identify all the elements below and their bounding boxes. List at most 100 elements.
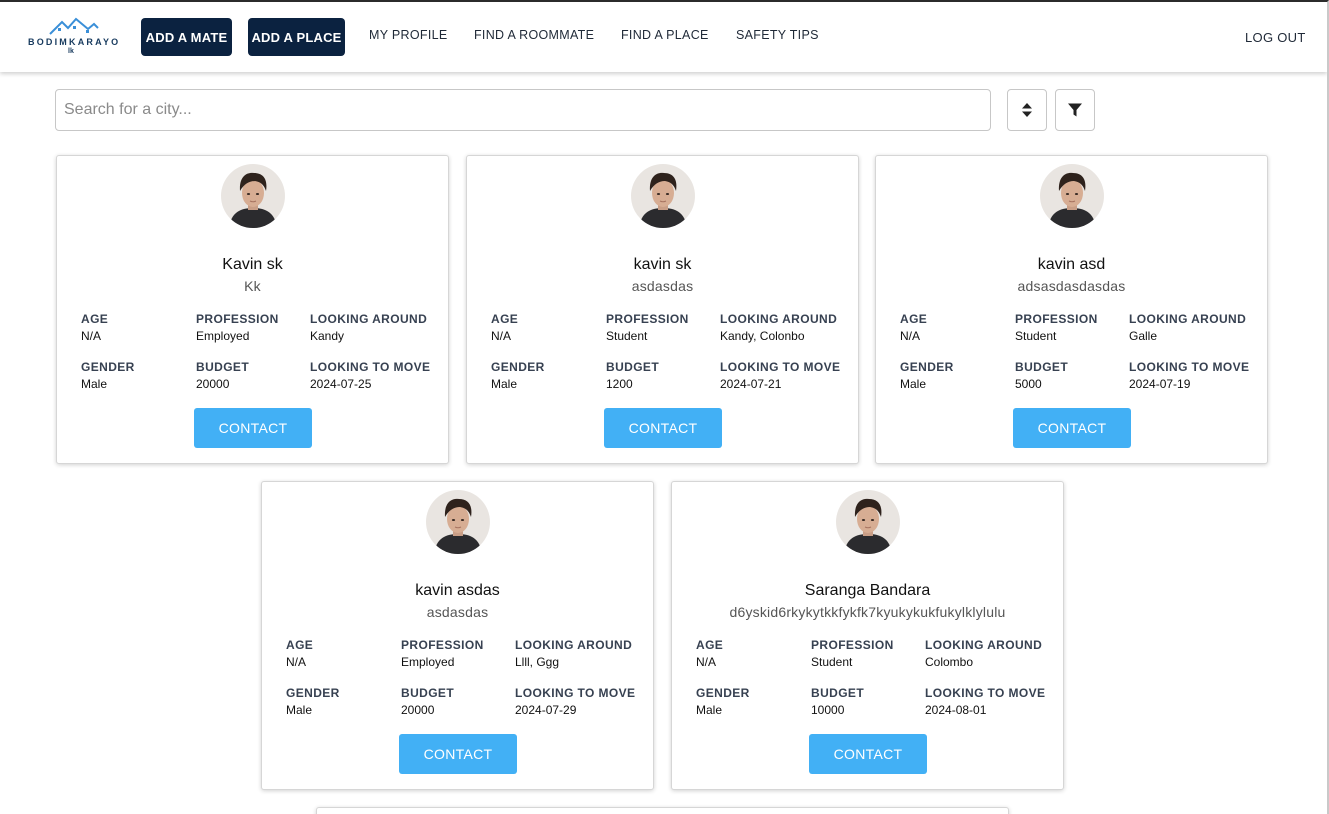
gender-label: GENDER <box>491 360 545 374</box>
looking-to-move-value: 2024-07-21 <box>720 377 782 391</box>
avatar <box>221 164 285 228</box>
looking-to-move-label: LOOKING TO MOVE <box>310 360 431 374</box>
budget-value: 1200 <box>606 377 633 391</box>
looking-to-move-label: LOOKING TO MOVE <box>515 686 636 700</box>
profession-label: PROFESSION <box>196 312 279 326</box>
gender-field: GENDER Male <box>81 360 135 391</box>
gender-field: GENDER Male <box>900 360 954 391</box>
card-name: Kavin sk <box>222 256 283 273</box>
profession-value: Student <box>811 655 853 669</box>
age-field: AGE N/A <box>696 638 723 669</box>
contact-button[interactable]: CONTACT <box>1013 408 1131 448</box>
looking-to-move-field: LOOKING TO MOVE 2024-07-29 <box>515 686 635 717</box>
site-logo[interactable]: BODIMKARAYO lk <box>28 16 128 60</box>
card-subtitle: asdasdas <box>631 278 694 294</box>
avatar <box>631 164 695 228</box>
looking-to-move-field: LOOKING TO MOVE 2024-07-25 <box>310 360 430 391</box>
profession-label: PROFESSION <box>606 312 689 326</box>
age-value: N/A <box>900 329 921 343</box>
profession-label: PROFESSION <box>401 638 484 652</box>
nav-safety-tips[interactable]: SAFETY TIPS <box>736 28 819 42</box>
looking-around-value: Kandy, Colonbo <box>720 329 805 343</box>
budget-value: 20000 <box>401 703 435 717</box>
profession-field: PROFESSION Student <box>1015 312 1098 343</box>
roommate-card: kavin asd adsasdasdasdas AGE N/A PROFESS… <box>875 155 1268 464</box>
age-field: AGE N/A <box>491 312 518 343</box>
looking-to-move-field: LOOKING TO MOVE 2024-07-21 <box>720 360 840 391</box>
profession-value: Student <box>606 329 648 343</box>
city-search-input[interactable] <box>55 89 991 131</box>
age-value: N/A <box>286 655 307 669</box>
contact-button[interactable]: CONTACT <box>399 734 517 774</box>
age-label: AGE <box>81 312 109 326</box>
looking-around-field: LOOKING AROUND Llll, Ggg <box>515 638 632 669</box>
looking-to-move-label: LOOKING TO MOVE <box>925 686 1046 700</box>
avatar <box>426 490 490 554</box>
looking-around-field: LOOKING AROUND Galle <box>1129 312 1246 343</box>
budget-value: 10000 <box>811 703 845 717</box>
profession-value: Employed <box>401 655 455 669</box>
roommate-card-partial <box>316 807 1009 814</box>
budget-field: BUDGET 20000 <box>196 360 249 391</box>
profession-label: PROFESSION <box>1015 312 1098 326</box>
looking-around-value: Galle <box>1129 329 1158 343</box>
nav-find-roommate[interactable]: FIND A ROOMMATE <box>474 28 594 42</box>
looking-around-value: Llll, Ggg <box>515 655 560 669</box>
nav-find-place[interactable]: FIND A PLACE <box>621 28 709 42</box>
budget-label: BUDGET <box>401 686 455 700</box>
card-name: kavin asd <box>1037 256 1106 273</box>
budget-field: BUDGET 20000 <box>401 686 454 717</box>
looking-to-move-value: 2024-08-01 <box>925 703 987 717</box>
avatar <box>1040 164 1104 228</box>
age-value: N/A <box>491 329 512 343</box>
looking-around-field: LOOKING AROUND Colombo <box>925 638 1042 669</box>
avatar <box>836 490 900 554</box>
sort-icon <box>1022 103 1032 117</box>
age-label: AGE <box>900 312 928 326</box>
roommate-card: Saranga Bandara d6yskid6rkykytkkfykfk7ky… <box>671 481 1064 790</box>
age-value: N/A <box>81 329 102 343</box>
profession-field: PROFESSION Employed <box>196 312 279 343</box>
budget-label: BUDGET <box>1015 360 1069 374</box>
logout-link[interactable]: LOG OUT <box>1245 30 1306 45</box>
house-logo-icon <box>49 17 99 35</box>
top-navbar: BODIMKARAYO lk ADD A MATE ADD A PLACE MY… <box>0 2 1327 72</box>
budget-field: BUDGET 1200 <box>606 360 659 391</box>
budget-field: BUDGET 10000 <box>811 686 864 717</box>
filter-button[interactable] <box>1055 89 1095 131</box>
filter-icon <box>1068 103 1082 117</box>
gender-value: Male <box>286 703 313 717</box>
gender-value: Male <box>696 703 723 717</box>
looking-around-label: LOOKING AROUND <box>515 638 633 652</box>
contact-button[interactable]: CONTACT <box>809 734 927 774</box>
looking-to-move-field: LOOKING TO MOVE 2024-07-19 <box>1129 360 1249 391</box>
sort-button[interactable] <box>1007 89 1047 131</box>
looking-around-field: LOOKING AROUND Kandy, Colonbo <box>720 312 837 343</box>
looking-around-label: LOOKING AROUND <box>1129 312 1247 326</box>
roommate-card: Kavin sk Kk AGE N/A PROFESSION Employed … <box>56 155 449 464</box>
budget-label: BUDGET <box>196 360 250 374</box>
age-value: N/A <box>696 655 717 669</box>
roommate-card: kavin asdas asdasdas AGE N/A PROFESSION … <box>261 481 654 790</box>
add-place-button[interactable]: ADD A PLACE <box>248 18 345 56</box>
gender-label: GENDER <box>286 686 340 700</box>
looking-to-move-label: LOOKING TO MOVE <box>1129 360 1250 374</box>
nav-my-profile[interactable]: MY PROFILE <box>369 28 447 42</box>
gender-field: GENDER Male <box>491 360 545 391</box>
gender-label: GENDER <box>81 360 135 374</box>
budget-field: BUDGET 5000 <box>1015 360 1068 391</box>
add-mate-button[interactable]: ADD A MATE <box>141 18 232 56</box>
gender-label: GENDER <box>696 686 750 700</box>
budget-label: BUDGET <box>606 360 660 374</box>
card-subtitle: d6yskid6rkykytkkfykfk7kyukykukfukylklylu… <box>729 604 1006 620</box>
looking-around-field: LOOKING AROUND Kandy <box>310 312 427 343</box>
profession-field: PROFESSION Employed <box>401 638 484 669</box>
contact-button[interactable]: CONTACT <box>604 408 722 448</box>
contact-button[interactable]: CONTACT <box>194 408 312 448</box>
gender-value: Male <box>491 377 518 391</box>
age-label: AGE <box>491 312 519 326</box>
age-field: AGE N/A <box>81 312 108 343</box>
profession-label: PROFESSION <box>811 638 894 652</box>
looking-around-label: LOOKING AROUND <box>310 312 428 326</box>
gender-field: GENDER Male <box>696 686 750 717</box>
